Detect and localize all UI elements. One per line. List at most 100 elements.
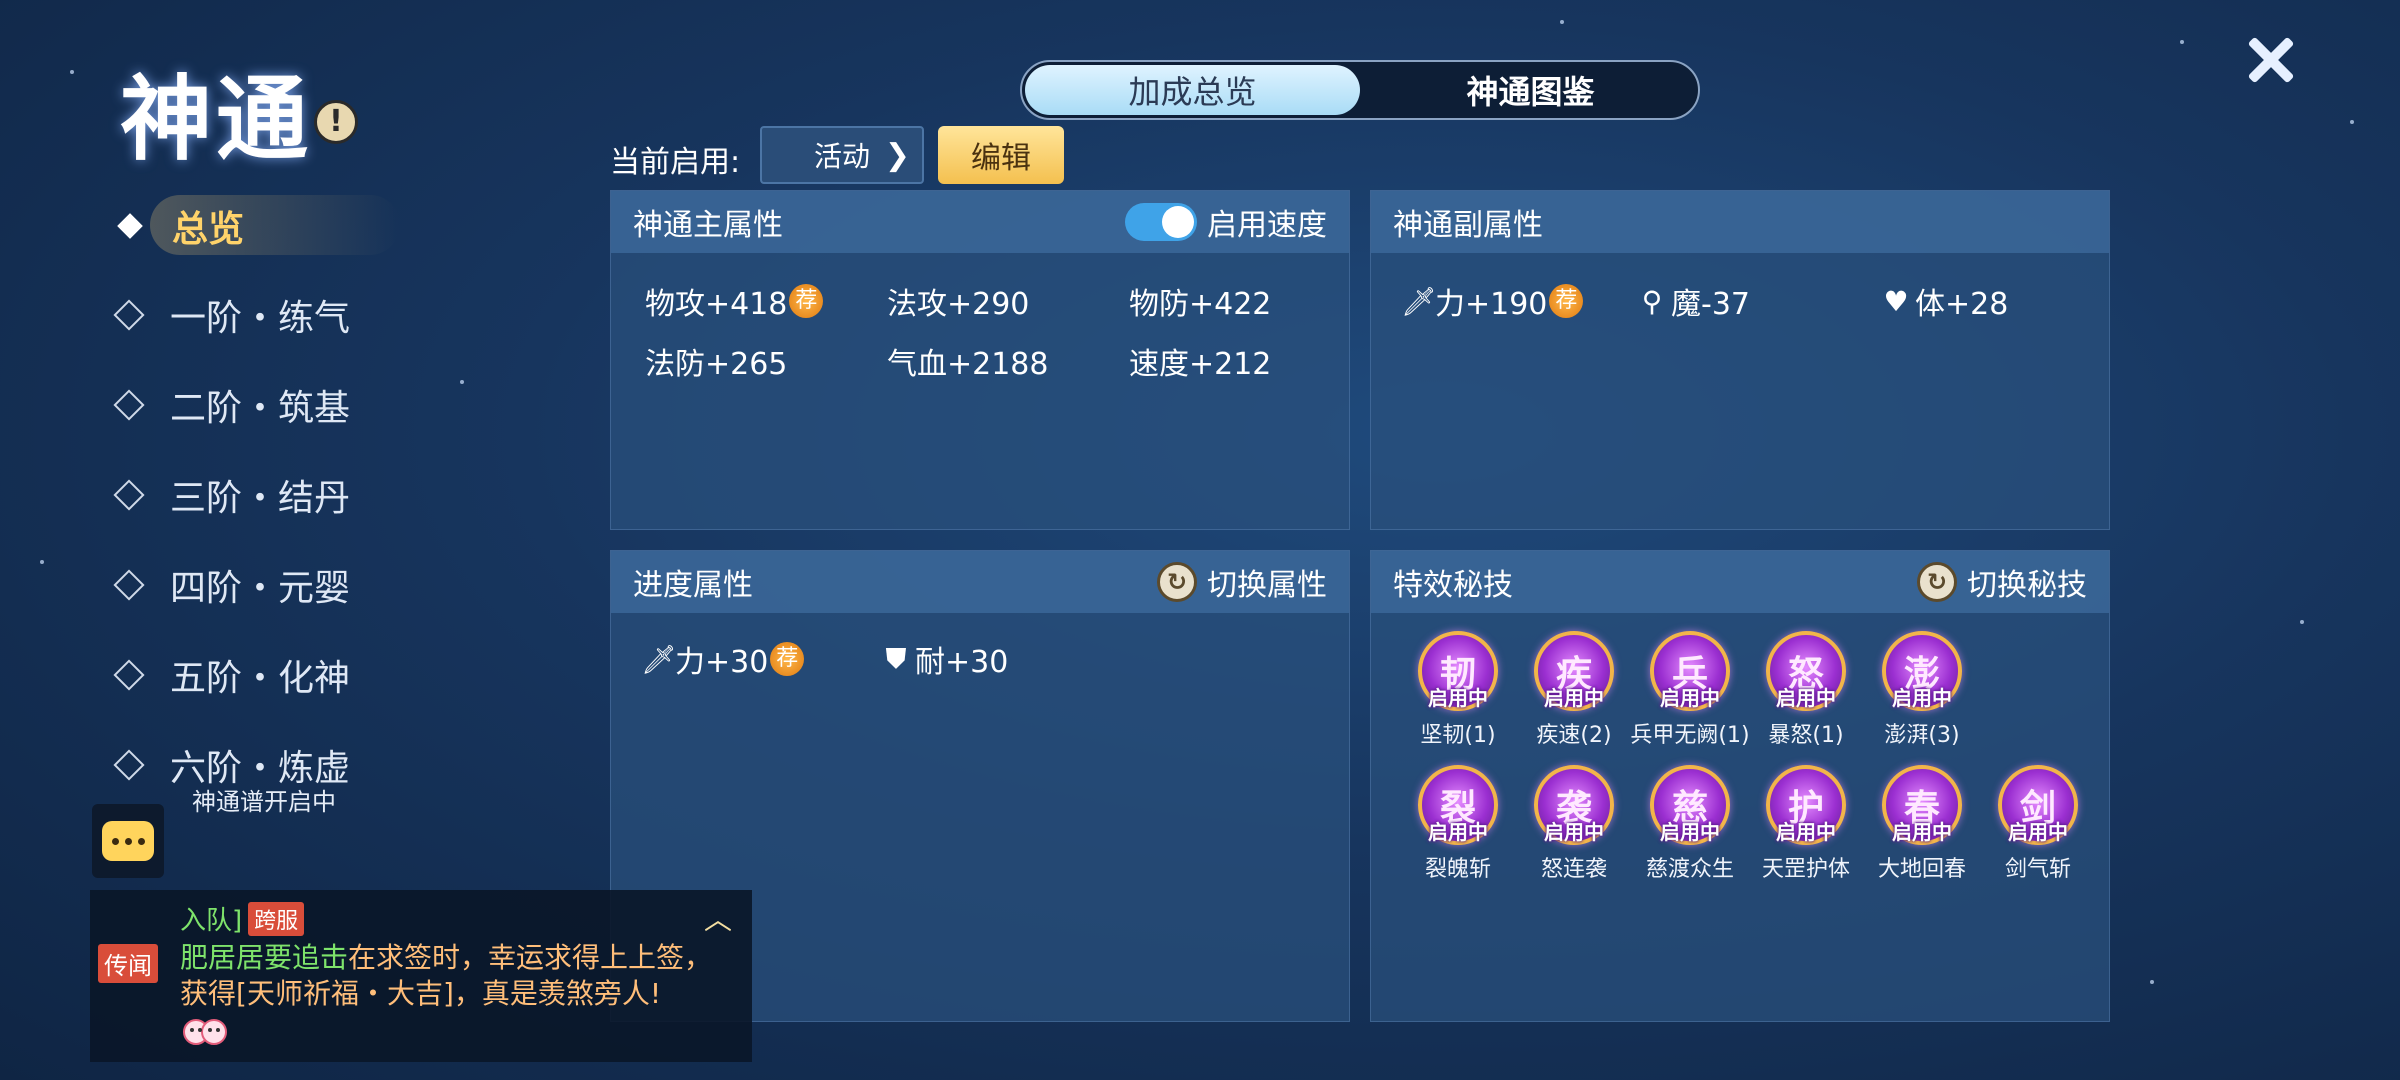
skill-name: 暴怒(1) xyxy=(1768,723,1844,748)
nav-item-overview[interactable]: 总览 xyxy=(117,196,245,256)
skill-status: 启用中 xyxy=(1776,820,1836,844)
info-icon[interactable]: ! xyxy=(314,100,358,144)
skill-status: 启用中 xyxy=(1660,820,1720,844)
skill-item[interactable]: 剑启用中 剑气斩 xyxy=(1983,765,2093,883)
attr-item: 法防+265 xyxy=(645,347,788,382)
skill-item[interactable]: 疾启用中 疾速(2) xyxy=(1519,631,1629,749)
skill-status: 启用中 xyxy=(1892,820,1952,844)
diamond-icon xyxy=(113,569,145,601)
attr-text: 体+28 xyxy=(1915,287,2009,322)
nav-label: 二阶・筑基 xyxy=(170,388,351,429)
skill-name: 剑气斩 xyxy=(2004,857,2071,882)
attr-item: ⚲ 魔-37 xyxy=(1637,279,1750,323)
chat-panel[interactable]: 入队] 跨服 ︿ 传闻 肥居居要追击在求签时，幸运求得上上签，获得[天师祈福・大… xyxy=(90,890,752,1062)
skill-name: 裂魄斩 xyxy=(1424,857,1491,882)
nav-item-tier1[interactable]: 一阶・练气 xyxy=(113,285,350,345)
rumor-tag: 传闻 xyxy=(98,944,158,983)
attr-item: ⛊ 耐+30 xyxy=(881,637,1008,681)
switch-skill-button[interactable]: ↻ 切换秘技 xyxy=(1917,560,2087,604)
diamond-icon xyxy=(113,479,145,511)
page-title: 神通 xyxy=(120,65,313,173)
nav-label: 五阶・化神 xyxy=(170,658,351,699)
skill-item[interactable]: 怒启用中 暴怒(1) xyxy=(1751,631,1861,749)
recommend-badge: 荐 xyxy=(770,642,805,676)
skill-item[interactable]: 韧启用中 坚韧(1) xyxy=(1403,631,1513,749)
nav-label: 三阶・结丹 xyxy=(170,478,351,519)
current-label: 当前启用: xyxy=(610,145,741,180)
skills-panel: 特效秘技 ↻ 切换秘技 韧启用中 坚韧(1) 疾启用中 疾速(2) 兵启用中 兵… xyxy=(1370,550,2110,1022)
nav-label: 四阶・元婴 xyxy=(170,568,351,609)
edit-button[interactable]: 编辑 xyxy=(938,126,1064,184)
skill-name: 慈渡众生 xyxy=(1645,857,1734,882)
emoji-icon xyxy=(183,1019,227,1045)
close-button[interactable] xyxy=(2240,30,2300,90)
skill-orb-icon: 护启用中 xyxy=(1766,765,1846,845)
skill-orb-icon: 慈启用中 xyxy=(1650,765,1730,845)
current-preset-value: 活动 xyxy=(813,140,870,173)
switch-skill-label: 切换秘技 xyxy=(1967,568,2087,603)
attr-item: 🗡 力+190 荐 xyxy=(1401,279,1584,323)
skill-item[interactable]: 兵启用中 兵甲无阙(1) xyxy=(1630,631,1750,749)
current-preset-select[interactable]: 活动 ❯ xyxy=(760,126,924,184)
attr-text: 物攻+418 xyxy=(645,287,788,322)
attr-item: 气血+2188 xyxy=(887,347,1049,382)
recommend-badge: 荐 xyxy=(1549,284,1584,318)
skill-orb-icon: 韧启用中 xyxy=(1418,631,1498,711)
attr-item: 速度+212 xyxy=(1129,347,1272,382)
nav-subnote: 神通谱开启中 xyxy=(192,788,336,816)
sword-icon: 🗡 xyxy=(1401,284,1437,318)
toggle-switch[interactable] xyxy=(1125,203,1197,241)
chat-line: 入队] 跨服 xyxy=(180,900,305,937)
attr-item: 🗡 力+30 荐 xyxy=(641,637,805,681)
chat-player[interactable]: 肥居居要追击 xyxy=(180,941,348,974)
tab-overview[interactable]: 加成总览 xyxy=(1025,65,1360,115)
skill-orb-icon: 疾启用中 xyxy=(1534,631,1614,711)
diamond-icon xyxy=(113,659,145,691)
attr-item: 物防+422 xyxy=(1129,287,1272,322)
skill-item[interactable]: 春启用中 大地回春 xyxy=(1867,765,1977,883)
server-tag: 跨服 xyxy=(248,901,305,936)
skill-orb-icon: 剑启用中 xyxy=(1998,765,2078,845)
attr-item: ♥ 体+28 xyxy=(1881,279,2008,323)
cycle-icon: ↻ xyxy=(1917,562,1957,602)
skill-status: 启用中 xyxy=(1544,686,1604,710)
speed-toggle[interactable]: 启用速度 xyxy=(1125,200,1327,244)
skill-item[interactable]: 慈启用中 慈渡众生 xyxy=(1635,765,1745,883)
skill-name: 澎湃(3) xyxy=(1884,723,1960,748)
progress-attr-title: 进度属性 xyxy=(633,568,753,603)
nav-label: 总览 xyxy=(172,209,245,250)
skill-item[interactable]: 袭启用中 怒连袭 xyxy=(1519,765,1629,883)
skill-status: 启用中 xyxy=(1776,686,1836,710)
chat-button[interactable] xyxy=(92,804,164,878)
chevron-up-icon[interactable]: ︿ xyxy=(704,898,732,938)
skill-item[interactable]: 澎启用中 澎湃(3) xyxy=(1867,631,1977,749)
chat-item-link[interactable]: [天师祈福・大吉] xyxy=(236,977,454,1010)
tab-bar: 加成总览 神通图鉴 xyxy=(1020,60,1700,120)
switch-attr-button[interactable]: ↻ 切换属性 xyxy=(1157,560,1327,604)
skill-item[interactable]: 护启用中 天罡护体 xyxy=(1751,765,1861,883)
chat-bubble-icon xyxy=(102,821,154,861)
skill-status: 启用中 xyxy=(1892,686,1952,710)
recommend-badge: 荐 xyxy=(789,284,824,318)
nav-item-tier5[interactable]: 五阶・化神 xyxy=(113,645,351,705)
nav-item-tier4[interactable]: 四阶・元婴 xyxy=(113,555,351,615)
skill-orb-icon: 裂启用中 xyxy=(1418,765,1498,845)
skill-orb-icon: 怒启用中 xyxy=(1766,631,1846,711)
nav-item-tier2[interactable]: 二阶・筑基 xyxy=(113,375,351,435)
skill-name: 天罡护体 xyxy=(1761,857,1850,882)
diamond-icon xyxy=(113,749,145,781)
chevron-right-icon: ❯ xyxy=(884,137,910,173)
skill-name: 疾速(2) xyxy=(1536,723,1612,748)
skill-name: 坚韧(1) xyxy=(1420,723,1496,748)
skill-item[interactable]: 裂启用中 裂魄斩 xyxy=(1403,765,1513,883)
toggle-label: 启用速度 xyxy=(1207,208,1327,243)
shield-icon: ⛊ xyxy=(885,642,907,675)
nav-item-tier3[interactable]: 三阶・结丹 xyxy=(113,465,351,525)
attr-item: 法攻+290 xyxy=(887,287,1030,322)
chat-text: 入队] xyxy=(180,906,243,936)
heart-icon: ♥ xyxy=(1883,284,1909,318)
tab-atlas[interactable]: 神通图鉴 xyxy=(1363,62,1698,118)
skill-name: 兵甲无阙(1) xyxy=(1630,723,1750,748)
skills-title: 特效秘技 xyxy=(1393,568,1513,603)
switch-attr-label: 切换属性 xyxy=(1207,568,1327,603)
